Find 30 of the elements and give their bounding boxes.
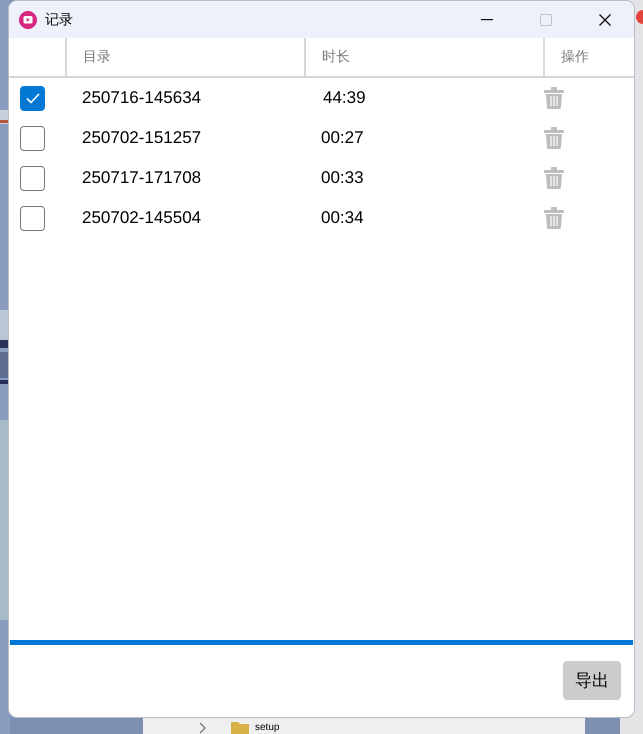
column-header: 操作	[561, 48, 589, 66]
maximize-icon	[540, 14, 552, 26]
trash-icon[interactable]	[544, 207, 564, 229]
directory-cell: 250702-145504	[82, 208, 202, 227]
checkmark-icon	[26, 92, 40, 104]
row-checkbox[interactable]	[20, 86, 45, 110]
chevron-icon[interactable]	[199, 722, 207, 734]
minimize-icon	[480, 18, 492, 20]
duration-cell: 00:34	[321, 208, 364, 227]
duration-cell: 00:27	[321, 128, 364, 147]
directory-cell: 250702-151257	[82, 128, 202, 147]
window-title: 记录	[45, 10, 74, 28]
column-header: 时长	[322, 48, 350, 66]
file-name[interactable]: setup	[255, 722, 280, 734]
duration-cell: 00:33	[321, 168, 364, 187]
app-logo-icon	[19, 10, 37, 28]
duration-cell: 44:39	[323, 88, 366, 107]
column-header: 目录	[83, 48, 111, 66]
row-checkbox[interactable]	[20, 166, 45, 190]
app-icon[interactable]	[636, 10, 643, 24]
row-checkbox[interactable]	[20, 126, 45, 150]
row-checkbox[interactable]	[20, 206, 45, 230]
folder-icon	[231, 720, 249, 734]
trash-icon[interactable]	[544, 167, 564, 189]
directory-cell: 250717-171708	[82, 168, 202, 187]
trash-icon[interactable]	[544, 127, 564, 149]
directory-cell: 250716-145634	[82, 88, 202, 107]
close-icon	[598, 14, 610, 26]
export-button[interactable]: 导出	[563, 660, 621, 700]
trash-icon[interactable]	[544, 87, 564, 109]
